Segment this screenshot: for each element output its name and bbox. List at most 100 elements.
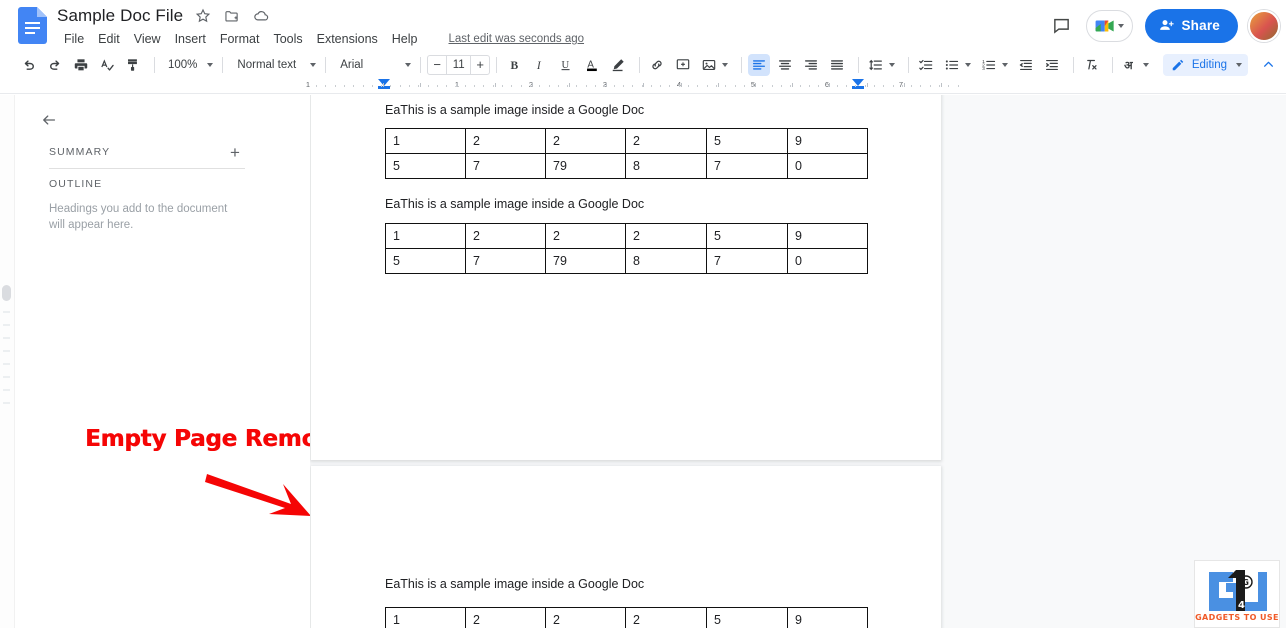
google-meet-button[interactable]: [1086, 9, 1134, 42]
document-page[interactable]: EaThis is a sample image inside a Google…: [311, 466, 941, 630]
table-cell[interactable]: 9: [787, 128, 868, 154]
align-justify-icon[interactable]: [826, 54, 848, 76]
table-cell[interactable]: 1: [385, 223, 466, 249]
clear-formatting-icon[interactable]: [1080, 54, 1102, 76]
comment-history-icon[interactable]: [1044, 9, 1078, 43]
menu-format[interactable]: Format: [213, 29, 267, 49]
doc-table[interactable]: 1 2 2 2 5 9 5 7 79 8 7: [385, 607, 868, 630]
table-cell[interactable]: 2: [465, 128, 546, 154]
input-tools-menu[interactable]: अ: [1119, 54, 1154, 76]
google-docs-logo-icon[interactable]: [18, 7, 47, 44]
table-cell[interactable]: 2: [545, 607, 626, 630]
add-comment-icon[interactable]: [672, 54, 694, 76]
align-right-icon[interactable]: [800, 54, 822, 76]
checklist-icon[interactable]: [915, 54, 937, 76]
table-row[interactable]: 1 2 2 2 5 9: [385, 607, 868, 630]
table-cell[interactable]: 7: [465, 248, 546, 274]
table-cell[interactable]: 2: [545, 223, 626, 249]
back-arrow-icon[interactable]: [34, 105, 64, 135]
editing-mode-selector[interactable]: Editing: [1162, 53, 1248, 76]
share-button[interactable]: Share: [1145, 8, 1238, 43]
horizontal-ruler[interactable]: 11234567: [306, 78, 960, 93]
table-row[interactable]: 5 7 79 8 7 0: [385, 248, 868, 274]
table-cell[interactable]: 5: [706, 128, 788, 154]
left-indent-marker[interactable]: [378, 79, 390, 86]
align-left-icon[interactable]: [748, 53, 771, 76]
line-spacing-icon[interactable]: [865, 54, 887, 76]
table-cell[interactable]: 0: [787, 153, 868, 179]
scrollbar-thumb[interactable]: [2, 285, 11, 301]
menu-view[interactable]: View: [127, 29, 168, 49]
table-cell[interactable]: 8: [625, 153, 707, 179]
numbered-list-icon[interactable]: 1 2 3: [978, 54, 1000, 76]
cloud-saved-icon[interactable]: [252, 7, 270, 25]
italic-button[interactable]: I: [529, 54, 551, 76]
table-cell[interactable]: 2: [625, 607, 707, 630]
align-center-icon[interactable]: [774, 54, 796, 76]
paint-format-icon[interactable]: [122, 54, 144, 76]
table-cell[interactable]: 1: [385, 128, 466, 154]
menu-edit[interactable]: Edit: [91, 29, 127, 49]
zoom-level-selector[interactable]: 100%: [161, 54, 216, 76]
print-icon[interactable]: [70, 54, 92, 76]
right-indent-bar[interactable]: [852, 86, 864, 89]
table-cell[interactable]: 1: [385, 607, 466, 630]
table-cell[interactable]: 8: [625, 248, 707, 274]
menu-file[interactable]: File: [57, 29, 91, 49]
avatar[interactable]: [1248, 9, 1280, 42]
paragraph-style-selector[interactable]: Normal text: [229, 54, 319, 76]
table-cell[interactable]: 2: [465, 607, 546, 630]
highlight-pen-icon[interactable]: [607, 54, 629, 76]
menu-extensions[interactable]: Extensions: [310, 29, 385, 49]
table-row[interactable]: 1 2 2 2 5 9: [385, 223, 868, 249]
document-canvas[interactable]: EaThis is a sample image inside a Google…: [310, 95, 1286, 630]
bold-button[interactable]: B: [503, 54, 525, 76]
table-cell[interactable]: 2: [545, 128, 626, 154]
table-row[interactable]: 5 7 79 8 7 0: [385, 153, 868, 179]
font-family-selector[interactable]: Arial: [332, 54, 414, 76]
decrease-font-size-button[interactable]: −: [428, 56, 446, 74]
doc-paragraph[interactable]: EaThis is a sample image inside a Google…: [385, 102, 644, 118]
line-spacing-menu[interactable]: [865, 54, 900, 76]
input-tools-icon[interactable]: अ: [1119, 54, 1141, 76]
insert-image-menu[interactable]: [698, 54, 733, 76]
table-cell[interactable]: 79: [545, 153, 626, 179]
page-title[interactable]: Sample Doc File: [57, 6, 183, 26]
bulleted-list-icon[interactable]: [941, 54, 963, 76]
left-indent-bar[interactable]: [378, 86, 390, 89]
move-to-folder-icon[interactable]: [223, 7, 241, 25]
table-cell[interactable]: 5: [385, 248, 466, 274]
undo-icon[interactable]: [18, 54, 40, 76]
menu-help[interactable]: Help: [385, 29, 425, 49]
underline-button[interactable]: U: [555, 54, 577, 76]
table-cell[interactable]: 5: [706, 223, 788, 249]
table-cell[interactable]: 5: [385, 153, 466, 179]
doc-paragraph[interactable]: EaThis is a sample image inside a Google…: [385, 196, 644, 212]
increase-font-size-button[interactable]: +: [471, 56, 489, 74]
table-cell[interactable]: 7: [465, 153, 546, 179]
link-icon[interactable]: [646, 54, 668, 76]
table-cell[interactable]: 0: [787, 248, 868, 274]
increase-indent-icon[interactable]: [1041, 54, 1063, 76]
doc-table[interactable]: 1 2 2 2 5 9 5 7 79 8 7: [385, 223, 868, 274]
table-row[interactable]: 1 2 2 2 5 9: [385, 128, 868, 154]
menu-insert[interactable]: Insert: [168, 29, 213, 49]
table-cell[interactable]: 7: [706, 153, 788, 179]
table-cell[interactable]: 5: [706, 607, 788, 630]
insert-image-icon[interactable]: [698, 54, 720, 76]
numbered-list-menu[interactable]: 1 2 3: [978, 54, 1013, 76]
spellcheck-icon[interactable]: [96, 54, 118, 76]
table-cell[interactable]: 2: [465, 223, 546, 249]
table-cell[interactable]: 79: [545, 248, 626, 274]
doc-paragraph[interactable]: EaThis is a sample image inside a Google…: [385, 576, 644, 592]
right-indent-marker[interactable]: [852, 79, 864, 86]
vertical-scrollbar[interactable]: [0, 95, 15, 630]
document-page[interactable]: EaThis is a sample image inside a Google…: [311, 95, 941, 460]
chevron-up-icon[interactable]: [1256, 53, 1280, 77]
table-cell[interactable]: 2: [625, 223, 707, 249]
table-cell[interactable]: 9: [787, 223, 868, 249]
redo-icon[interactable]: [44, 54, 66, 76]
table-cell[interactable]: 9: [787, 607, 868, 630]
star-outline-icon[interactable]: [194, 7, 212, 25]
decrease-indent-icon[interactable]: [1015, 54, 1037, 76]
